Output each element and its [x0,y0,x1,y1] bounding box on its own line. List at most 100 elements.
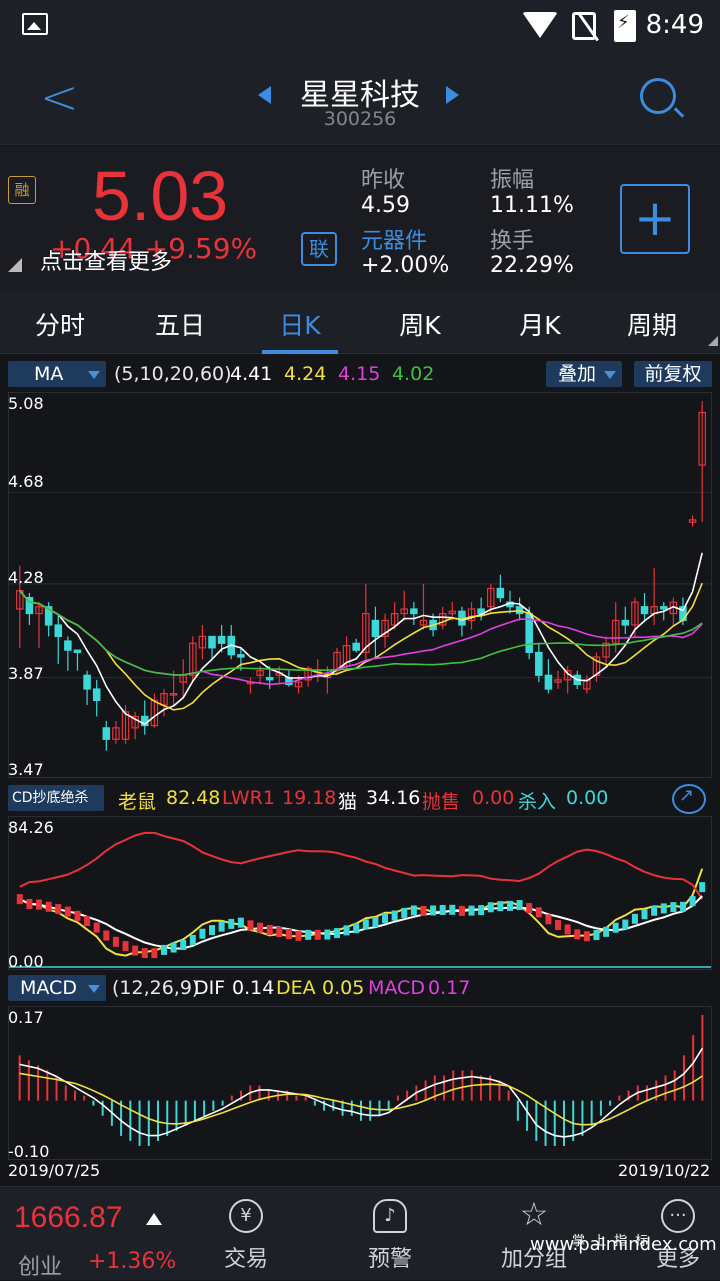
macd-value: 0.17 [428,977,471,999]
prev-close-label: 昨收 [361,168,406,193]
cd-chart[interactable] [8,816,712,970]
cd-axis-bottom: 0.00 [8,952,44,971]
sector-change: +2.00% [361,253,450,278]
star-icon: ☆ [519,1195,549,1233]
kill-value: 0.00 [566,787,609,809]
cd-bar [622,919,629,930]
dea-label: DEA [276,977,316,999]
cd-svg [9,831,711,968]
more-tooltip[interactable]: 点击查看更多 [40,244,172,276]
nav-alert[interactable]: ♪ 预警 [340,1193,440,1273]
status-bar: 8:49 [0,0,720,50]
amplitude-value: 11.11% [490,193,574,218]
kline-axis-l2: 4.68 [8,472,44,491]
candle-body [265,676,274,681]
stock-header: < 星星科技 300256 [0,50,720,145]
cd-bar [343,925,350,936]
more-icon: ··· [661,1199,695,1233]
tab-period[interactable]: 周期 [592,306,712,342]
turnover-value: 22.29% [490,253,574,278]
cd-bar [670,902,677,913]
cd-bar [689,896,696,907]
battery-charging-icon [614,10,636,42]
cd-bar [305,929,312,940]
ma-indicator-bar: MA (5,10,20,60) 4.41 4.24 4.15 4.02 叠加 前… [0,358,720,390]
candle-body [621,619,630,626]
candle-body [659,606,668,610]
cd-bar [16,894,23,905]
cat-value: 34.16 [366,787,421,809]
search-icon[interactable] [640,78,676,114]
nav-trade[interactable]: ¥ 交易 [196,1193,296,1273]
candle-body [410,608,418,615]
watermark: www.palmindex.com [530,1234,717,1255]
cd-bar [449,904,456,915]
macd-label: MACD [368,977,425,999]
cd-bar [362,919,369,930]
ma5-line [19,552,703,726]
ma-selector[interactable]: MA [8,361,106,387]
next-stock-icon[interactable] [446,86,459,104]
no-sim-icon [572,12,596,40]
cd-bar [583,931,590,942]
date-end: 2019/10/22 [618,1161,711,1180]
kline-chart[interactable] [8,392,712,778]
stock-code: 300256 [323,108,397,130]
cd-bar [506,900,513,911]
expand-icon[interactable] [672,784,706,814]
cd-bar [526,903,533,914]
cd-bar [199,928,206,939]
macd-chart[interactable] [8,1006,712,1160]
tab-weekly-k[interactable]: 周K [360,306,480,342]
linked-button[interactable]: 联 [301,232,337,266]
cd-bar [535,907,542,918]
nav-add-group[interactable]: ☆ 加分组 [484,1193,584,1273]
cd-bar [699,882,706,893]
bell-icon: ♪ [373,1199,407,1233]
sell-label: 抛售 [422,791,461,813]
index-value[interactable]: 1666.87 [14,1201,122,1235]
status-clock: 8:49 [645,10,704,40]
ma10-line [19,582,703,711]
lwr-value: 19.18 [282,787,337,809]
cd-bar [660,903,667,914]
nav-trade-label: 交易 [223,1247,268,1272]
overlay-label: 叠加 [557,363,596,385]
lwr-label: LWR1 [222,787,275,809]
candle-body [64,640,72,651]
ma-selector-label: MA [34,363,64,385]
dea-value: 0.05 [322,977,365,999]
cd-bar [430,905,437,916]
candle-body [352,642,360,651]
cd-selector-label: CD抄底绝杀 [12,790,89,806]
add-watchlist-button[interactable]: + [620,184,690,254]
overlay-button[interactable]: 叠加 [546,361,622,387]
chevron-down-icon [88,985,100,993]
chevron-down-icon [604,371,616,379]
candle-body [83,674,91,690]
candle-body [237,654,245,658]
cd-bar [151,948,158,959]
adjust-button[interactable]: 前复权 [634,361,712,387]
tab-intraday[interactable]: 分时 [0,306,120,342]
ma5-value: 4.41 [230,363,273,385]
cd-bar [401,907,408,918]
cd-selector[interactable]: CD抄底绝杀 [8,785,104,811]
kline-axis-top: 5.08 [8,394,44,413]
gallery-icon [22,13,48,35]
cd-bar [209,925,216,936]
cd-bar [266,924,273,935]
macd-selector-label: MACD [20,977,77,999]
tab-daily-k[interactable]: 日K [240,306,360,342]
macd-selector[interactable]: MACD [8,975,106,1001]
sector-label[interactable]: 元器件 [361,223,427,255]
cd-bar [112,936,119,947]
cd-bar [45,901,52,912]
tab-monthly-k[interactable]: 月K [480,306,600,342]
cd-bar [679,901,686,912]
cd-bar [516,900,523,911]
chevron-down-icon [88,371,100,379]
tab-five-day[interactable]: 五日 [120,306,240,342]
cd-bar [36,899,43,910]
cd-bar [218,921,225,932]
